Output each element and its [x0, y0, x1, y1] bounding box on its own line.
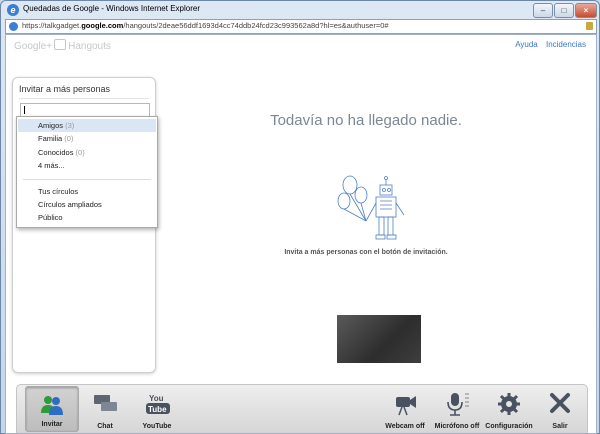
title-bar: e Quedadas de Google - Windows Internet …: [1, 1, 599, 19]
exit-button-label: Salir: [552, 423, 568, 430]
youtube-button-label: YouTube: [142, 423, 172, 430]
svg-text:Tube: Tube: [148, 405, 167, 414]
exit-button[interactable]: Salir: [535, 385, 585, 433]
maximize-button[interactable]: □: [554, 3, 574, 18]
settings-button[interactable]: Configuración: [481, 385, 537, 433]
microphone-button-label: Micrófono off: [434, 423, 480, 430]
issues-link[interactable]: Incidencias: [546, 40, 586, 49]
webcam-icon: [396, 396, 416, 416]
dropdown-item-familia[interactable]: Familia (0): [18, 132, 156, 145]
address-bar[interactable]: https://talkgadget.google.com/hangouts/2…: [5, 19, 597, 34]
ie-logo-icon: e: [7, 4, 19, 16]
dropdown-item-amigos[interactable]: Amigos (3): [18, 119, 156, 132]
self-video-preview[interactable]: [337, 315, 421, 363]
invite-button[interactable]: Invitar: [25, 386, 79, 432]
page-icon: [9, 22, 18, 31]
lock-icon[interactable]: [586, 22, 593, 30]
top-links: Ayuda Incidencias: [509, 40, 586, 49]
hangouts-icon: [54, 39, 67, 50]
chat-button-label: Chat: [97, 423, 113, 430]
url-text[interactable]: https://talkgadget.google.com/hangouts/2…: [22, 21, 389, 30]
microphone-icon: [447, 393, 469, 416]
hangouts-logo: Google+ Hangouts: [14, 39, 111, 52]
svg-text:You: You: [149, 394, 164, 403]
invite-people-icon: [41, 396, 63, 415]
youtube-logo-icon: You Tube: [146, 394, 170, 414]
circles-dropdown: Amigos (3) Familia (0) Conocidos (0) 4 m…: [16, 116, 158, 228]
chat-button[interactable]: Chat: [79, 385, 131, 433]
hangout-page: Google+ Hangouts Ayuda Incidencias Invita…: [5, 34, 597, 434]
dropdown-item-conocidos[interactable]: Conocidos (0): [18, 146, 156, 159]
dropdown-divider: [23, 179, 151, 180]
window-title: Quedadas de Google - Windows Internet Ex…: [23, 4, 200, 13]
webcam-button-label: Webcam off: [385, 423, 425, 430]
youtube-button[interactable]: You Tube YouTube: [131, 385, 183, 433]
webcam-toggle-button[interactable]: Webcam off: [377, 385, 433, 433]
text-caret: [24, 106, 25, 114]
exit-x-icon: [550, 393, 570, 413]
invite-panel-title: Invitar a más personas: [19, 84, 111, 94]
chat-bubbles-icon: [94, 395, 117, 411]
robot-with-balloons-illustration: [337, 175, 405, 240]
gear-icon: [498, 393, 520, 415]
minimize-button[interactable]: –: [533, 3, 553, 18]
dropdown-item-your-circles[interactable]: Tus círculos: [18, 185, 156, 198]
divider: [19, 98, 149, 99]
invite-search-input[interactable]: [20, 103, 150, 117]
settings-button-label: Configuración: [485, 423, 533, 430]
microphone-toggle-button[interactable]: Micrófono off: [429, 385, 485, 433]
invite-button-label: Invitar: [41, 421, 63, 428]
hangout-toolbar: Invitar Chat You Tube YouTube Webcam off…: [16, 384, 588, 433]
empty-room-message: Todavía no ha llegado nadie.: [270, 112, 462, 129]
dropdown-item-extended-circles[interactable]: Círculos ampliados: [18, 198, 156, 211]
browser-window: e Quedadas de Google - Windows Internet …: [0, 0, 600, 434]
close-button[interactable]: ×: [575, 3, 597, 18]
dropdown-item-more[interactable]: 4 más...: [18, 159, 156, 172]
invite-hint-text: Invita a más personas con el botón de in…: [284, 249, 448, 256]
dropdown-item-public[interactable]: Público: [18, 211, 156, 224]
help-link[interactable]: Ayuda: [515, 40, 538, 49]
